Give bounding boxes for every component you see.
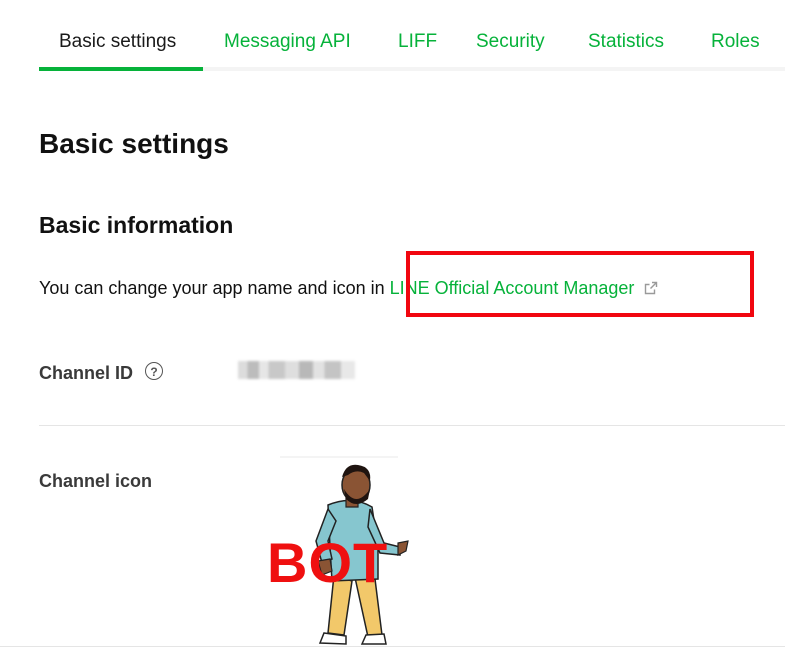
tab-bar: Basic settings Messaging API LIFF Securi…: [0, 0, 785, 71]
row-divider: [39, 425, 785, 426]
bot-text-overlay: BOT: [267, 531, 389, 594]
question-circle-icon[interactable]: ?: [145, 362, 163, 380]
tab-messaging-api[interactable]: Messaging API: [224, 29, 351, 55]
tab-basic-settings[interactable]: Basic settings: [59, 29, 176, 55]
channel-icon-label: Channel icon: [39, 471, 153, 491]
tab-statistics[interactable]: Statistics: [588, 29, 664, 55]
highlight-annotation-box: [406, 251, 754, 317]
channel-id-value-redacted: [238, 361, 355, 379]
tab-liff[interactable]: LIFF: [398, 29, 437, 55]
channel-icon-image: BOT: [262, 455, 412, 647]
bottom-divider: [0, 646, 785, 647]
page-title: Basic settings: [39, 128, 229, 159]
info-text: You can change your app name and icon in: [39, 278, 390, 298]
tab-security[interactable]: Security: [476, 29, 545, 55]
active-tab-indicator: [39, 67, 203, 71]
channel-id-label: Channel ID: [39, 363, 134, 383]
section-title: Basic information: [39, 212, 234, 238]
tab-roles[interactable]: Roles: [711, 29, 760, 55]
